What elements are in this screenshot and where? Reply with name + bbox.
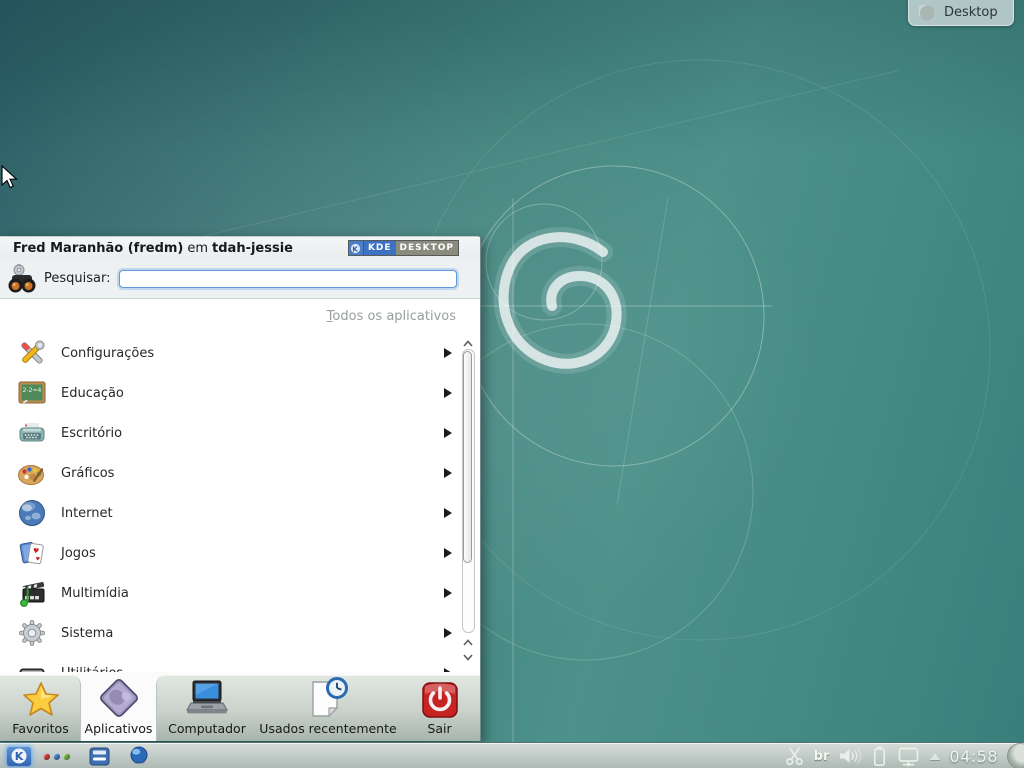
applications-diamond-icon <box>97 676 141 720</box>
search-input[interactable] <box>119 270 457 288</box>
svg-text:K: K <box>353 244 360 253</box>
panel-toolbox-cashew[interactable] <box>1007 743 1024 768</box>
quicklaunch-dots-widget[interactable] <box>43 753 70 760</box>
tab-label: Usados recentemente <box>259 721 396 736</box>
category-label: Jogos <box>61 546 96 561</box>
computer-icon <box>184 678 230 720</box>
blue-dot-icon <box>53 753 60 760</box>
category-label: Internet <box>61 506 113 521</box>
battery-icon[interactable] <box>872 745 887 767</box>
keyboard-layout-indicator[interactable]: br <box>814 749 830 764</box>
tools-icon <box>15 336 49 370</box>
digital-clock[interactable]: 04:58 <box>949 747 998 766</box>
typewriter-icon <box>15 416 49 450</box>
search-label: Pesquisar: <box>44 271 111 286</box>
category-row-configuracoes[interactable]: Configurações <box>0 333 460 373</box>
badge-desktop-label: DESKTOP <box>396 241 458 255</box>
kde-desktop-badge: K KDE DESKTOP <box>348 240 459 256</box>
recent-documents-icon <box>305 676 351 720</box>
star-icon <box>20 678 62 720</box>
tab-label: Computador <box>168 721 246 736</box>
kickoff-menu: Fred Maranhão (fredm) em tdah-jessie K K… <box>0 236 481 741</box>
kickoff-search-row: Pesquisar: <box>0 260 480 297</box>
desktop-toolbox-button[interactable]: Desktop <box>908 0 1014 26</box>
submenu-arrow-icon <box>444 348 452 358</box>
category-rows: Configurações 2-2=4 Educação <box>0 333 460 674</box>
device-notifier-icon[interactable] <box>896 746 921 767</box>
bottom-panel: K <box>0 742 1024 768</box>
svg-text:2-2=4: 2-2=4 <box>23 387 42 394</box>
leave-icon <box>420 680 460 720</box>
category-row-educacao[interactable]: 2-2=4 Educação <box>0 373 460 413</box>
red-dot-icon <box>43 753 50 760</box>
user-name: Fred Maranhão (fredm) <box>13 241 183 256</box>
tab-label: Favoritos <box>12 721 68 736</box>
toolbox-label: Desktop <box>944 5 998 20</box>
submenu-arrow-icon <box>444 428 452 438</box>
submenu-arrow-icon <box>444 388 452 398</box>
scrollbar-down-arrow[interactable] <box>462 653 474 662</box>
category-row-internet[interactable]: Internet <box>0 493 460 533</box>
tray-expander-icon[interactable] <box>930 753 940 760</box>
cashew-icon <box>919 5 935 21</box>
badge-kde-label: KDE <box>364 241 396 255</box>
svg-text:♥: ♥ <box>32 547 39 556</box>
tab-sair[interactable]: Sair <box>398 672 481 741</box>
header-connector: em <box>187 241 208 256</box>
category-row-jogos[interactable]: ♥♥ Jogos <box>0 533 460 573</box>
category-row-graficos[interactable]: Gráficos <box>0 453 460 493</box>
category-label: Gráficos <box>61 466 114 481</box>
category-row-utilitarios[interactable]: Utilitários <box>0 653 460 674</box>
category-row-escritorio[interactable]: Escritório <box>0 413 460 453</box>
category-label: Configurações <box>61 346 154 361</box>
category-label: Multimídia <box>61 586 129 601</box>
chalkboard-icon: 2-2=4 <box>15 376 49 410</box>
kde-gear-icon: K <box>349 241 364 255</box>
submenu-arrow-icon <box>444 508 452 518</box>
submenu-arrow-icon <box>444 548 452 558</box>
kickoff-launcher-button[interactable]: K <box>6 746 32 767</box>
kickoff-header: Fred Maranhão (fredm) em tdah-jessie K K… <box>0 237 480 260</box>
scrollbar-thumb[interactable] <box>463 351 472 563</box>
kde-k-icon: K <box>10 747 28 765</box>
playing-cards-icon: ♥♥ <box>15 536 49 570</box>
globe-icon <box>15 496 49 530</box>
tab-favoritos[interactable]: Favoritos <box>0 672 81 741</box>
system-tray: br 04:58 <box>784 744 1024 768</box>
clapperboard-icon <box>15 576 49 610</box>
scrollbar-up-arrow-2[interactable] <box>462 638 474 647</box>
category-label: Escritório <box>61 426 122 441</box>
submenu-arrow-icon <box>444 628 452 638</box>
mouse-cursor <box>1 165 19 189</box>
applications-list: Todos os aplicativos Configurações <box>0 298 480 674</box>
tab-label: Sair <box>427 721 451 736</box>
tab-aplicativos[interactable]: Aplicativos <box>81 672 156 741</box>
green-dot-icon <box>63 753 70 760</box>
drawer-widget-icon[interactable] <box>89 747 110 766</box>
palette-icon <box>15 456 49 490</box>
tab-label: Aplicativos <box>85 721 153 736</box>
category-row-sistema[interactable]: Sistema <box>0 613 460 653</box>
category-label: Sistema <box>61 626 113 641</box>
category-label: Educação <box>61 386 124 401</box>
gear-icon <box>15 616 49 650</box>
breadcrumb-all-applications[interactable]: Todos os aplicativos <box>327 309 456 324</box>
klipper-scissors-icon[interactable] <box>784 746 805 766</box>
kickoff-tab-bar: Favoritos Aplicativos <box>0 672 480 741</box>
blue-ball-widget-icon[interactable] <box>129 746 149 766</box>
category-row-multimidia[interactable]: Multimídia <box>0 573 460 613</box>
scrollbar-track[interactable] <box>462 349 475 633</box>
submenu-arrow-icon <box>444 468 452 478</box>
search-binoculars-icon <box>6 263 38 295</box>
scrollbar-up-arrow[interactable] <box>462 339 474 348</box>
tab-computador[interactable]: Computador <box>156 672 258 741</box>
volume-icon[interactable] <box>838 746 863 766</box>
tab-usados-recentemente[interactable]: Usados recentemente <box>258 672 398 741</box>
submenu-arrow-icon <box>444 588 452 598</box>
svg-text:K: K <box>15 750 24 763</box>
panel-left-widgets: K <box>6 744 149 768</box>
desktop-background: Desktop Fred Maranhão (fredm) em tdah-je… <box>0 0 1024 768</box>
host-name: tdah-jessie <box>212 241 293 256</box>
